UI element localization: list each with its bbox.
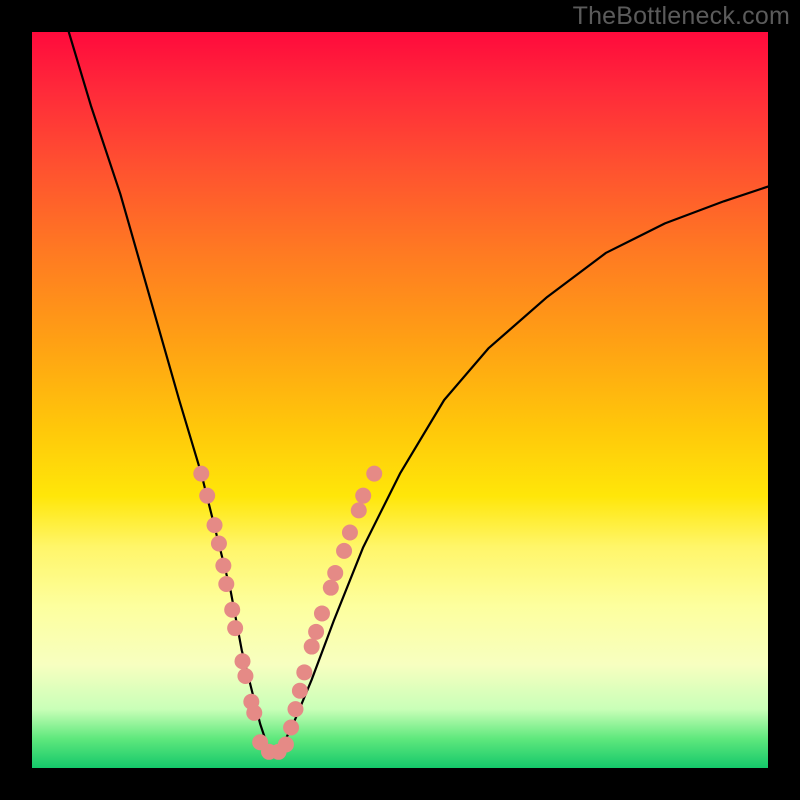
- marker-dot: [227, 620, 243, 636]
- marker-dot: [296, 664, 312, 680]
- marker-dot: [235, 653, 251, 669]
- marker-dot: [207, 517, 223, 533]
- marker-dot: [355, 488, 371, 504]
- marker-dot: [304, 639, 320, 655]
- marker-dot: [366, 466, 382, 482]
- marker-dot: [193, 466, 209, 482]
- marker-dot: [342, 524, 358, 540]
- marker-dot: [314, 605, 330, 621]
- marker-dot: [278, 736, 294, 752]
- marker-dot: [246, 705, 262, 721]
- marker-dot: [308, 624, 324, 640]
- plot-area: [32, 32, 768, 768]
- bottleneck-curve: [69, 32, 768, 753]
- marker-dot: [336, 543, 352, 559]
- watermark-text: TheBottleneck.com: [573, 2, 790, 31]
- marker-dot: [218, 576, 234, 592]
- marker-dot: [327, 565, 343, 581]
- curve-svg: [32, 32, 768, 768]
- marker-dot: [287, 701, 303, 717]
- chart-frame: TheBottleneck.com: [0, 0, 800, 800]
- marker-dot: [351, 502, 367, 518]
- marker-dot: [283, 720, 299, 736]
- marker-dot: [211, 536, 227, 552]
- marker-dot: [199, 488, 215, 504]
- marker-dot: [224, 602, 240, 618]
- marker-dot: [237, 668, 253, 684]
- marker-dot: [215, 558, 231, 574]
- marker-dots: [193, 466, 382, 760]
- marker-dot: [323, 580, 339, 596]
- marker-dot: [292, 683, 308, 699]
